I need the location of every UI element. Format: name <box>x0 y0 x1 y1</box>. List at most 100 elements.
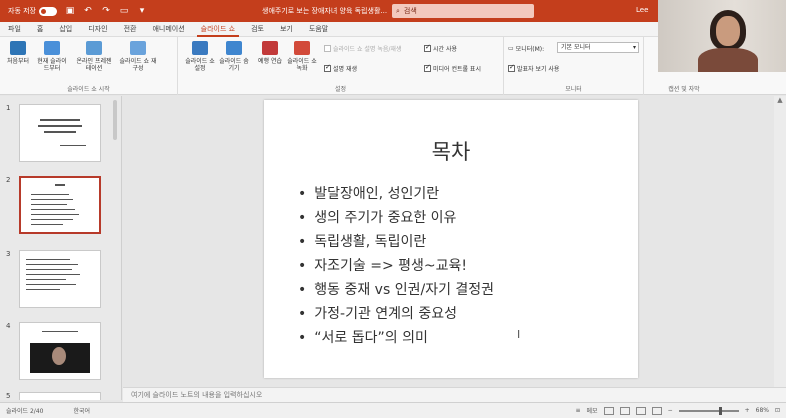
checkbox[interactable] <box>424 63 431 72</box>
use-timings-check[interactable]: 시간 사용 <box>424 43 457 53</box>
fit-slide-icon[interactable]: ⊡ <box>775 407 780 414</box>
tab-transitions[interactable]: 전환 <box>116 22 145 37</box>
bullet-item[interactable]: “서로 돕다”의 의미 <box>298 326 494 350</box>
thumb-photo <box>30 343 90 373</box>
play-narrations-label: 슬라이드 쇼 설명 녹음/재생 <box>333 46 402 53</box>
document-title: 생애주기로 보는 장애자녀 양육 독립생활... <box>262 7 388 15</box>
thumb-text <box>31 214 79 215</box>
current-slide[interactable]: 목차 발달장애인, 성인기란 생의 주기가 중요한 이유 독립생활, 독립이란 … <box>264 100 638 378</box>
thumb-text <box>31 204 67 205</box>
tab-design[interactable]: 디자인 <box>80 22 115 37</box>
thumb-text <box>31 194 69 195</box>
group-label-start: 슬라이드 쇼 시작 <box>67 86 110 93</box>
checkbox[interactable] <box>508 63 515 72</box>
save-icon[interactable]: ▣ <box>65 6 75 16</box>
reading-view-icon[interactable] <box>635 406 646 415</box>
slide-thumbnail-2[interactable] <box>19 176 101 234</box>
redo-icon[interactable]: ↷ <box>101 6 111 16</box>
hide-slide-button[interactable]: 슬라이드 숨기기 <box>218 41 250 72</box>
narration-label: 설명 재생 <box>333 66 357 73</box>
undo-icon[interactable]: ↶ <box>83 6 93 16</box>
zoom-slider[interactable] <box>678 406 739 415</box>
slide-thumbnail-4[interactable] <box>19 322 101 380</box>
toggle-switch[interactable] <box>39 6 57 16</box>
language-indicator[interactable]: 한국어 <box>73 406 90 415</box>
slide-thumbnail-pane: 1 2 3 4 5 <box>0 96 122 400</box>
bullet-item[interactable]: 발달장애인, 성인기란 <box>298 182 494 206</box>
autosave-label: 자동 저장 <box>8 7 36 15</box>
monitor-icon: ▭ <box>508 45 514 52</box>
zoom-out-icon[interactable]: − <box>668 407 673 414</box>
tab-animations[interactable]: 애니메이션 <box>144 22 192 37</box>
slide-scrollbar[interactable]: ▲ <box>774 96 786 387</box>
checkbox[interactable] <box>324 63 331 72</box>
slide-thumbnail-3[interactable] <box>19 250 101 308</box>
group-setup: 슬라이드 쇼 설정 슬라이드 숨기기 예행 연습 슬라이드 쇼 녹화 슬라이드 … <box>178 37 504 95</box>
monitor-field: ▭ 모니터(M): <box>508 44 544 53</box>
tab-view[interactable]: 보기 <box>272 22 301 37</box>
autosave-toggle[interactable]: 자동 저장 <box>8 6 57 16</box>
play-current-icon <box>44 41 60 55</box>
sorter-view-icon[interactable] <box>619 406 630 415</box>
presenter-body <box>698 48 758 72</box>
monitor-select[interactable]: 기본 모니터 ▾ <box>557 42 639 53</box>
from-beginning-button[interactable]: 처음부터 <box>2 41 34 65</box>
zoom-in-icon[interactable]: + <box>745 407 750 414</box>
thumb-number: 5 <box>6 392 11 400</box>
tab-help[interactable]: 도움말 <box>301 22 336 37</box>
play-narrations-check[interactable]: 슬라이드 쇼 설명 녹음/재생 <box>324 44 401 53</box>
rehearse-button[interactable]: 예행 연습 <box>254 41 286 65</box>
user-name[interactable]: Lee <box>636 6 648 14</box>
zoom-knob[interactable] <box>718 406 722 415</box>
group-monitors: ▭ 모니터(M): 기본 모니터 ▾ 발표자 보기 사용 모니터 <box>504 37 644 95</box>
notes-icon: ≡ <box>575 407 581 414</box>
scroll-up-icon[interactable]: ▲ <box>774 96 786 104</box>
tab-home[interactable]: 홈 <box>29 22 51 37</box>
bullet-item[interactable]: 독립생활, 독립이란 <box>298 230 494 254</box>
tab-file[interactable]: 파일 <box>0 22 29 37</box>
bullet-list[interactable]: 발달장애인, 성인기란 생의 주기가 중요한 이유 독립생활, 독립이란 자조기… <box>298 182 494 350</box>
customize-icon[interactable]: ▾ <box>137 6 147 16</box>
bullet-item[interactable]: 생의 주기가 중요한 이유 <box>298 206 494 230</box>
bullet-item[interactable]: 행동 중재 vs 인권/자기 결정권 <box>298 278 494 302</box>
slide-title[interactable]: 목차 <box>264 136 638 166</box>
normal-view-icon[interactable] <box>603 406 614 415</box>
thumb-text <box>26 274 80 275</box>
group-label-monitors: 모니터 <box>565 86 582 93</box>
checkbox[interactable] <box>324 45 331 52</box>
tab-slide-show[interactable]: 슬라이드 쇼 <box>193 22 243 37</box>
from-beginning-label: 처음부터 <box>6 58 30 65</box>
chevron-down-icon: ▾ <box>632 44 636 51</box>
media-controls-check[interactable]: 미디어 컨트롤 표시 <box>424 63 481 73</box>
from-current-button[interactable]: 현재 슬라이드부터 <box>36 41 68 72</box>
narration-check[interactable]: 설명 재생 <box>324 63 357 73</box>
thumb-text <box>44 131 76 133</box>
tab-review[interactable]: 검토 <box>243 22 272 37</box>
slideshow-view-icon[interactable] <box>651 406 662 415</box>
thumb-text <box>31 219 73 220</box>
thumb-text <box>38 125 82 127</box>
present-icon[interactable]: ▭ <box>119 6 129 16</box>
thumb-text <box>42 331 78 332</box>
bullet-item[interactable]: 자조기술 => 평생~교육! <box>298 254 494 278</box>
record-button[interactable]: 슬라이드 쇼 녹화 <box>286 41 318 72</box>
thumb-number: 1 <box>6 104 11 112</box>
setup-icon <box>192 41 208 55</box>
thumbnail-scrollbar[interactable] <box>113 100 117 140</box>
slide-thumbnail-5[interactable] <box>19 392 101 400</box>
custom-show-icon <box>130 41 146 55</box>
notes-input[interactable]: 여기에 슬라이드 노트의 내용을 입력하십시오 <box>123 387 786 402</box>
presenter-view-check[interactable]: 발표자 보기 사용 <box>508 63 559 73</box>
checkbox[interactable] <box>424 43 431 52</box>
notes-toggle-button[interactable]: 메모 <box>587 406 598 415</box>
bullet-item[interactable]: 가정-기관 연계의 중요성 <box>298 302 494 326</box>
custom-show-button[interactable]: 슬라이드 쇼 재구성 <box>118 41 158 72</box>
setup-show-button[interactable]: 슬라이드 쇼 설정 <box>184 41 216 72</box>
group-label-captions: 캡션 및 자막 <box>668 86 700 93</box>
zoom-level[interactable]: 68% <box>756 407 769 414</box>
search-box[interactable]: ⌕ 검색 <box>392 4 534 18</box>
online-present-button[interactable]: 온라인 프레젠테이션 <box>74 41 114 72</box>
thumb-text <box>26 284 76 285</box>
tab-insert[interactable]: 삽입 <box>51 22 80 37</box>
slide-thumbnail-1[interactable] <box>19 104 101 162</box>
